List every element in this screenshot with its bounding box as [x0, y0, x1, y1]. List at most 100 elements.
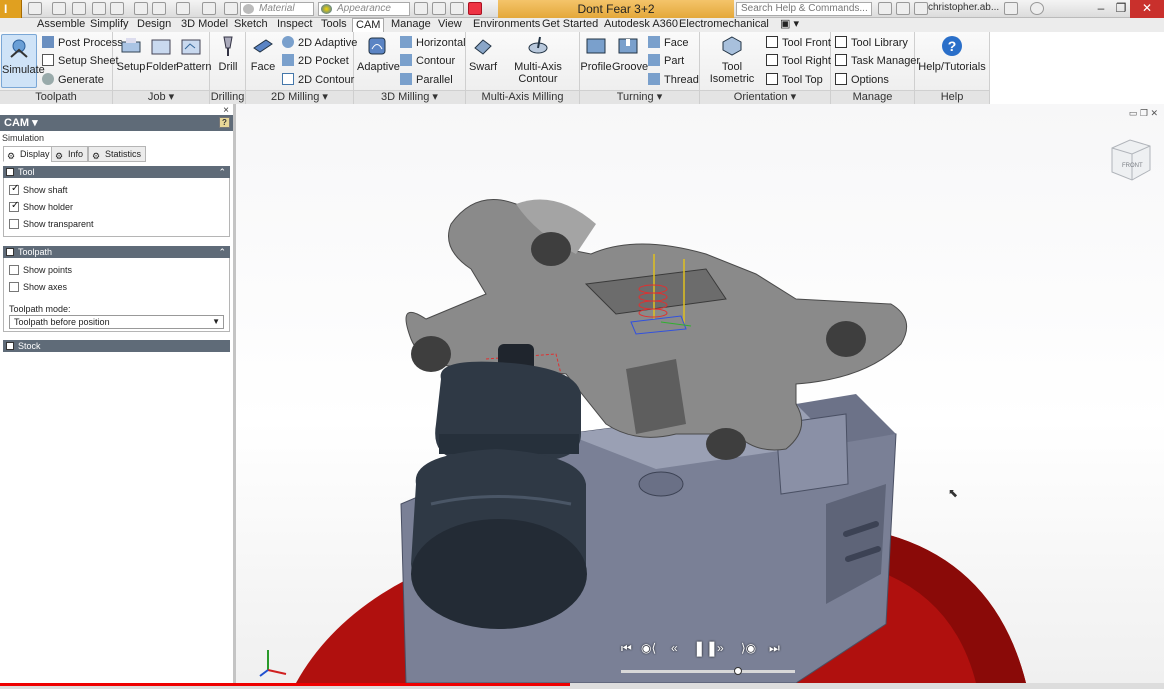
favorites-star-icon[interactable] [896, 2, 910, 15]
skip-to-start-icon[interactable]: ⏮ [621, 641, 632, 656]
tab-inspect[interactable]: Inspect [277, 18, 312, 32]
tool-front-button[interactable]: Tool Front [766, 35, 831, 51]
multi-axis-contour-button[interactable]: Multi-Axis Contour [498, 34, 578, 85]
user-name[interactable]: christopher.ab... [928, 2, 999, 13]
group-turning-title[interactable]: Turning ▾ [580, 90, 699, 104]
show-points-option[interactable]: Show points [9, 264, 72, 276]
tab-display[interactable]: ⚙ Display [3, 146, 55, 162]
part-button[interactable]: Part [648, 53, 684, 69]
simulation-slider[interactable] [621, 667, 795, 675]
generate-button[interactable]: Generate [42, 72, 104, 88]
open-file-icon[interactable] [52, 2, 66, 15]
toolpath-section-checkbox[interactable] [6, 248, 14, 256]
stock-section-checkbox[interactable] [6, 342, 14, 350]
tool-top-button[interactable]: Tool Top [766, 72, 823, 88]
help-tutorials-button[interactable]: ? Help/Tutorials [917, 34, 987, 73]
toolpath-section-header[interactable]: Toolpath ⌃ [3, 246, 230, 258]
clear-appearance-icon[interactable] [414, 2, 428, 15]
group-3d-milling-title[interactable]: 3D Milling ▾ [354, 90, 465, 104]
tab-get-started[interactable]: Get Started [542, 18, 598, 32]
tab-manage[interactable]: Manage [391, 18, 431, 32]
folder-button[interactable]: Folder [146, 34, 177, 73]
show-holder-checkbox[interactable] [9, 200, 19, 212]
skip-to-end-icon[interactable]: ⏭ [769, 641, 780, 656]
horizontal-button[interactable]: Horizontal [400, 35, 466, 51]
groove-button[interactable]: Groove [612, 34, 648, 73]
collapse-icon[interactable]: ⌃ [218, 246, 226, 258]
tool-section-header[interactable]: Tool ⌃ [3, 166, 230, 178]
save-icon[interactable] [72, 2, 86, 15]
adjust-icon[interactable] [432, 2, 446, 15]
fast-forward-icon[interactable]: » [717, 641, 724, 655]
pattern-button[interactable]: Pattern [176, 34, 211, 73]
select-icon[interactable] [152, 2, 166, 15]
app-logo[interactable]: I [0, 0, 22, 18]
tool-isometric-button[interactable]: Tool Isometric [700, 34, 764, 85]
new-file-icon[interactable] [28, 2, 42, 15]
exchange-apps-icon[interactable] [1004, 2, 1018, 15]
appearance-combo[interactable]: Appearance [318, 2, 410, 16]
show-axes-checkbox[interactable] [9, 282, 19, 292]
previous-marker-icon[interactable]: ◉⟨ [641, 641, 656, 655]
view-cube[interactable]: FRONT [1108, 134, 1154, 187]
post-process-button[interactable]: Post Process [42, 35, 123, 51]
profile-button[interactable]: Profile [580, 34, 612, 73]
video-progress-track[interactable] [0, 683, 1164, 689]
tool-right-button[interactable]: Tool Right [766, 53, 831, 69]
simulate-button[interactable]: Simulate [1, 34, 45, 88]
user-icon[interactable] [914, 2, 928, 15]
drill-button[interactable]: Drill [213, 34, 243, 73]
tab-simplify[interactable]: Simplify [90, 18, 129, 32]
material-combo[interactable]: Material [240, 2, 314, 16]
swarf-button[interactable]: Swarf [468, 34, 498, 73]
graphics-viewport[interactable]: ▭ ❐ ✕ [236, 104, 1164, 683]
redo-icon[interactable] [110, 2, 124, 15]
show-axes-option[interactable]: Show axes [9, 281, 67, 293]
tab-3d-model[interactable]: 3D Model [181, 18, 228, 32]
tab-autodesk-a360[interactable]: Autodesk A360 [604, 18, 678, 32]
cam-panel-header[interactable]: CAM ▾ ? [0, 115, 233, 131]
show-shaft-option[interactable]: Show shaft [9, 183, 68, 196]
tab-assemble[interactable]: Assemble [37, 18, 85, 32]
collapse-icon[interactable]: ⌃ [218, 166, 226, 178]
options-button[interactable]: Options [835, 72, 889, 88]
update-icon[interactable] [176, 2, 190, 15]
tab-cam[interactable]: CAM [352, 18, 385, 32]
show-shaft-checkbox[interactable] [9, 183, 19, 195]
tab-view[interactable]: View [438, 18, 462, 32]
rewind-icon[interactable]: « [671, 641, 678, 655]
tab-statistics[interactable]: ⚙ Statistics [88, 146, 147, 162]
thread-button[interactable]: Thread [648, 72, 699, 88]
tab-design[interactable]: Design [137, 18, 171, 32]
adaptive-button[interactable]: Adaptive [357, 34, 400, 73]
function-icon[interactable] [450, 2, 464, 15]
help-search-input[interactable]: Search Help & Commands... [736, 2, 872, 16]
measure-icon[interactable] [202, 2, 216, 15]
show-points-checkbox[interactable] [9, 265, 19, 275]
tab-sketch[interactable]: Sketch [234, 18, 268, 32]
binoculars-icon[interactable] [878, 2, 892, 15]
parallel-button[interactable]: Parallel [400, 72, 453, 88]
undo-icon[interactable] [92, 2, 106, 15]
show-transparent-option[interactable]: Show transparent [9, 218, 94, 230]
ribbon-options-icon[interactable]: ▣ ▾ [780, 18, 799, 32]
help-icon[interactable] [1030, 2, 1044, 15]
face-button[interactable]: Face [248, 34, 278, 73]
tab-electromechanical[interactable]: Electromechanical [679, 18, 769, 32]
group-orientation-title[interactable]: Orientation ▾ [700, 90, 830, 104]
tool-library-button[interactable]: Tool Library [835, 35, 908, 51]
ipropertie-icon[interactable] [224, 2, 238, 15]
group-2d-milling-title[interactable]: 2D Milling ▾ [246, 90, 353, 104]
tab-info[interactable]: ⚙ Info [51, 146, 89, 162]
group-job-title[interactable]: Job ▾ [113, 90, 209, 104]
tab-environments[interactable]: Environments [473, 18, 540, 32]
tool-section-checkbox[interactable] [6, 168, 14, 176]
contour-button[interactable]: Contour [400, 53, 455, 69]
toolpath-mode-select[interactable]: Toolpath before position ▼ [9, 315, 224, 329]
home-icon[interactable] [134, 2, 148, 15]
2d-adaptive-button[interactable]: 2D Adaptive [282, 35, 357, 51]
tab-tools[interactable]: Tools [321, 18, 347, 32]
viewport-window-controls[interactable]: ▭ ❐ ✕ [1129, 108, 1158, 119]
pause-icon[interactable]: ❚❚ [693, 639, 718, 657]
next-marker-icon[interactable]: ⟩◉ [741, 641, 756, 655]
